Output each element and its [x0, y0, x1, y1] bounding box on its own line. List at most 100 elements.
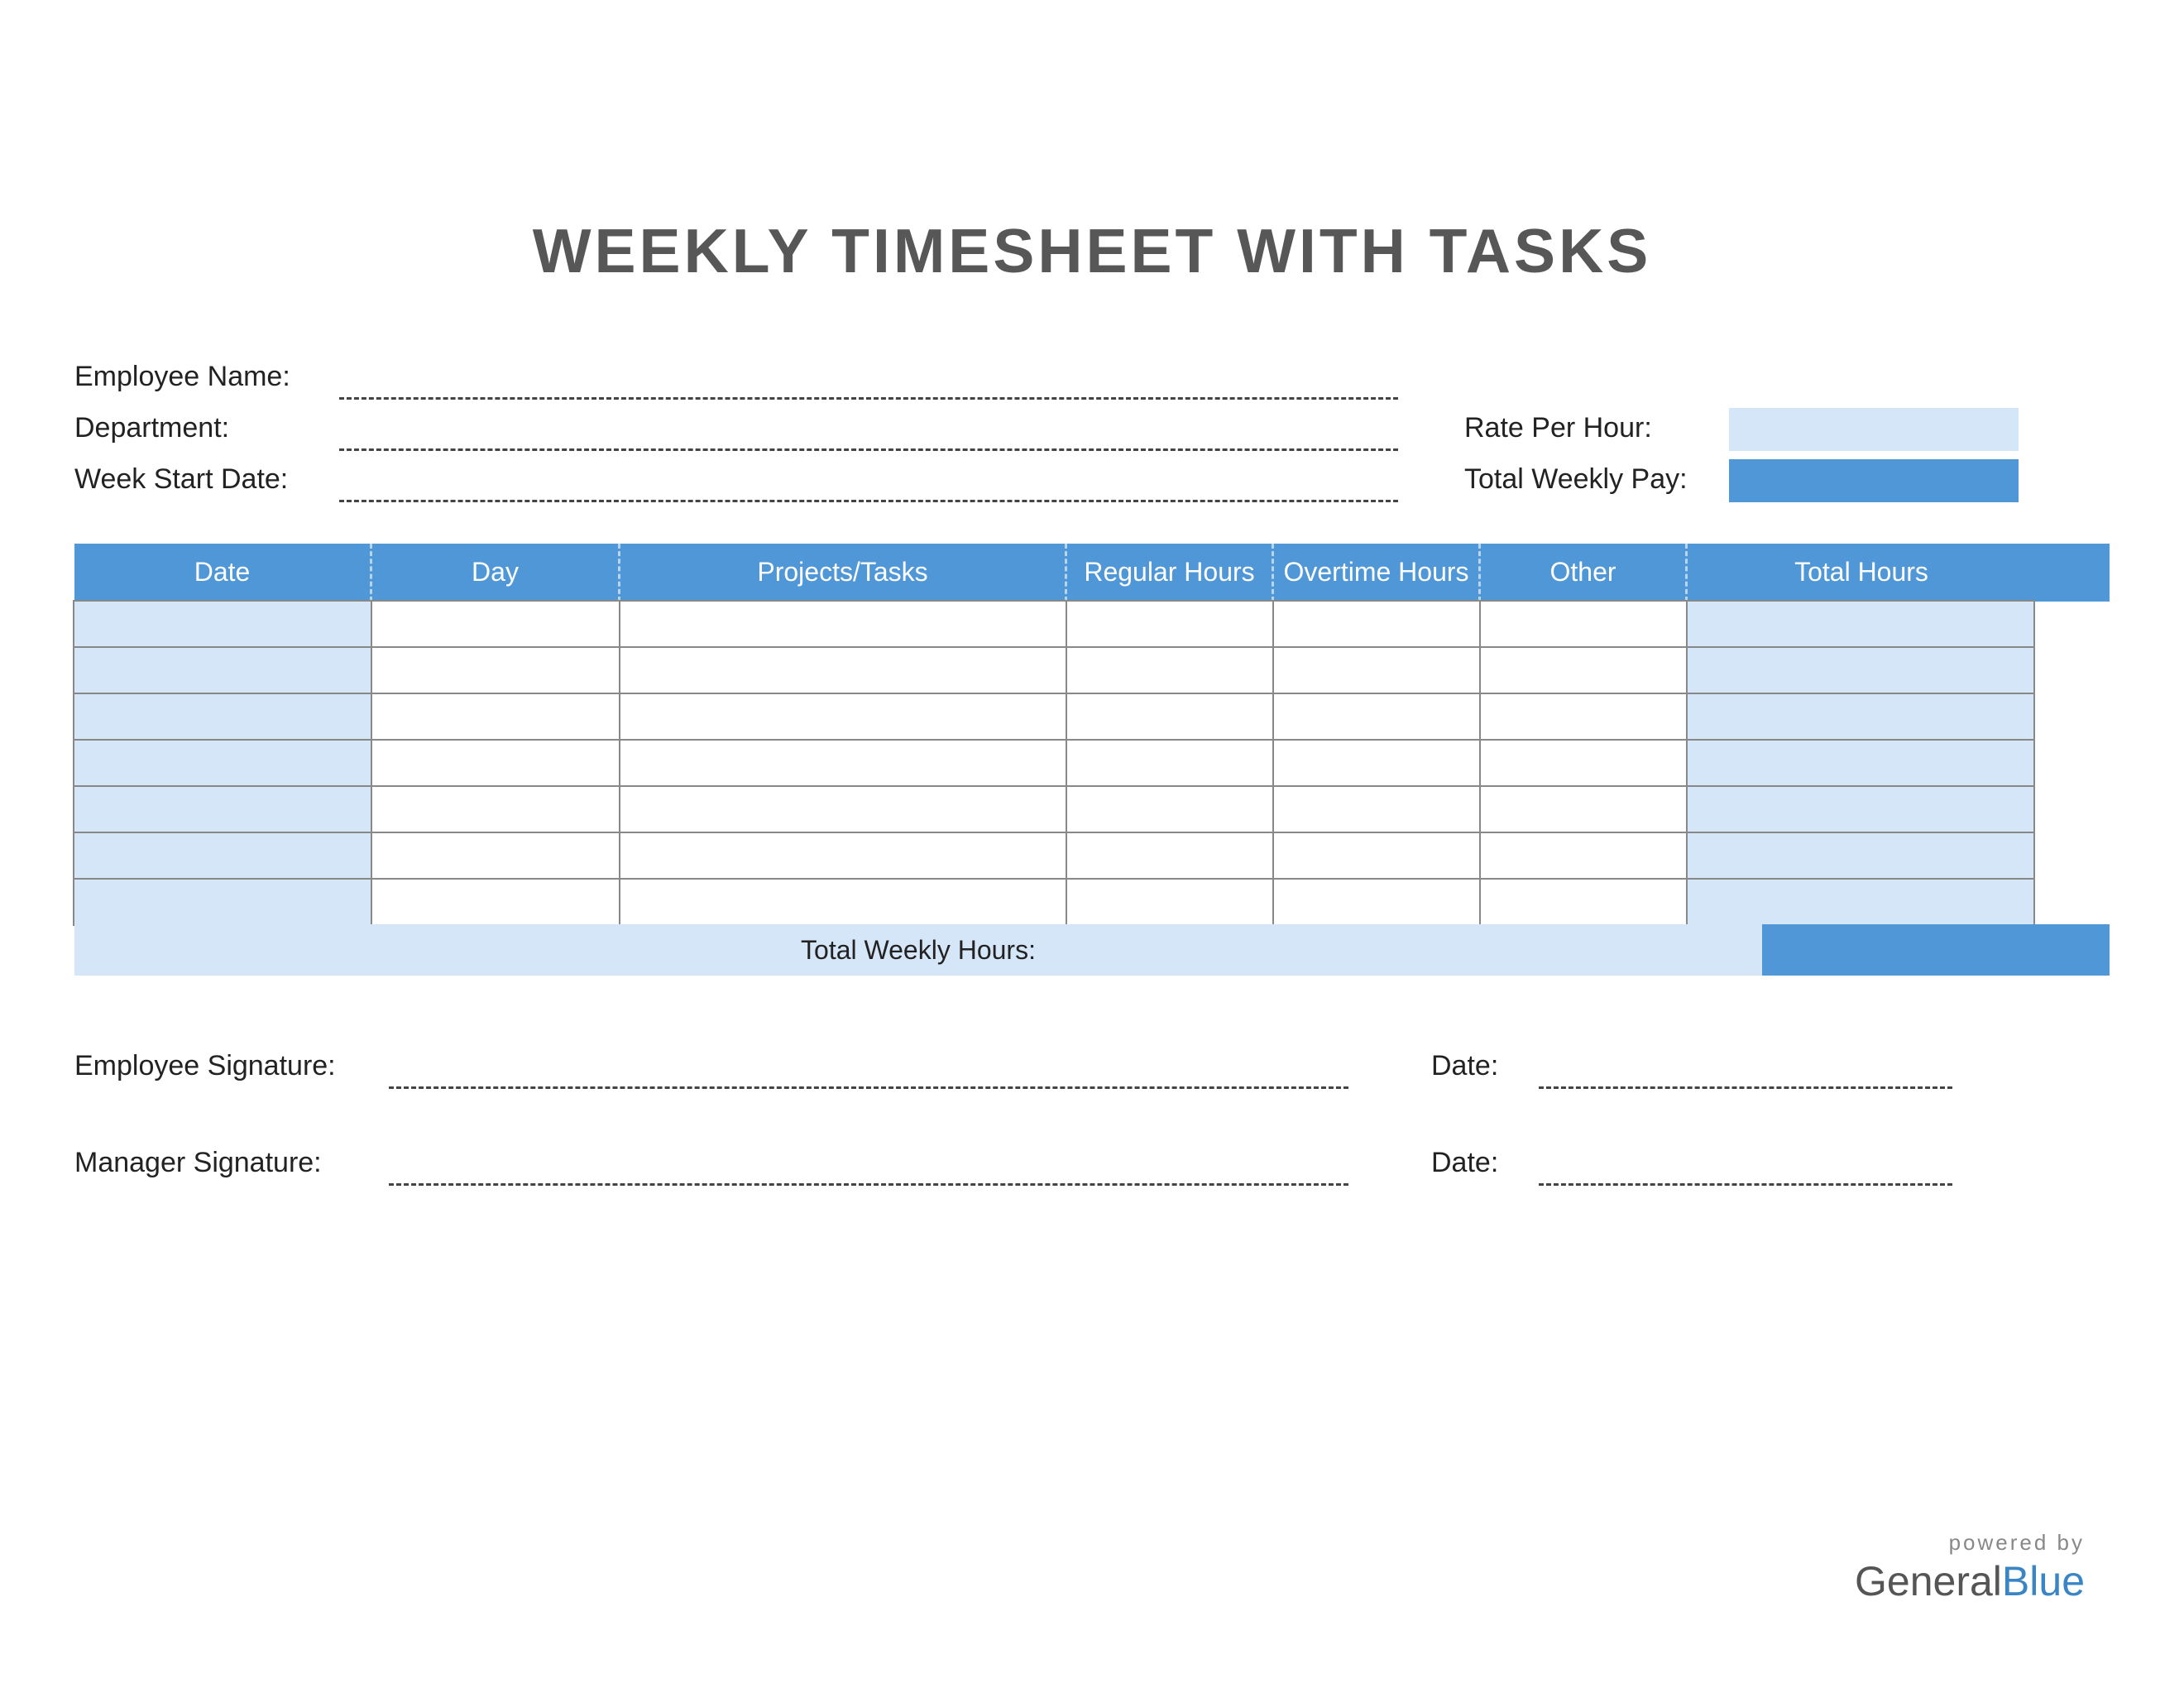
cell-projects[interactable] [619, 832, 1067, 880]
employee-signature-label: Employee Signature: [74, 1050, 389, 1089]
cell-day[interactable] [371, 600, 620, 648]
table-row [74, 833, 2110, 880]
cell-overtime[interactable] [1272, 832, 1481, 880]
manager-date-input[interactable] [1539, 1149, 1952, 1186]
cell-overtime[interactable] [1272, 785, 1481, 833]
cell-regular[interactable] [1066, 646, 1274, 694]
footer: powered by GeneralBlue [1855, 1530, 2085, 1605]
table-row [74, 694, 2110, 741]
total-weekly-hours-label: Total Weekly Hours: [74, 924, 1762, 976]
total-weekly-hours-value [1762, 924, 2110, 976]
col-projects: Projects/Tasks [620, 544, 1067, 602]
cell-projects[interactable] [619, 693, 1067, 741]
cell-other[interactable] [1479, 600, 1688, 648]
brand-general: General [1855, 1558, 2002, 1604]
employee-name-input[interactable] [339, 363, 1398, 400]
week-start-label: Week Start Date: [74, 463, 339, 502]
timesheet-table: Date Day Projects/Tasks Regular Hours Ov… [74, 544, 2110, 976]
cell-total[interactable] [1686, 739, 2035, 787]
cell-regular[interactable] [1066, 878, 1274, 926]
cell-other[interactable] [1479, 646, 1688, 694]
table-row [74, 787, 2110, 833]
cell-total[interactable] [1686, 832, 2035, 880]
col-date: Date [74, 544, 372, 602]
cell-regular[interactable] [1066, 832, 1274, 880]
employee-name-row: Employee Name: [74, 361, 2110, 400]
cell-date[interactable] [73, 600, 372, 648]
cell-day[interactable] [371, 878, 620, 926]
department-label: Department: [74, 412, 339, 451]
timesheet-page: WEEKLY TIMESHEET WITH TASKS Employee Nam… [50, 50, 2134, 1638]
cell-total[interactable] [1686, 646, 2035, 694]
cell-day[interactable] [371, 693, 620, 741]
cell-total[interactable] [1686, 878, 2035, 926]
cell-day[interactable] [371, 739, 620, 787]
cell-date[interactable] [73, 739, 372, 787]
cell-day[interactable] [371, 832, 620, 880]
cell-projects[interactable] [619, 785, 1067, 833]
col-total-hours: Total Hours [1688, 544, 2035, 602]
manager-date-label: Date: [1431, 1147, 1539, 1186]
cell-overtime[interactable] [1272, 693, 1481, 741]
rate-per-hour-label: Rate Per Hour: [1464, 412, 1729, 451]
brand-logo: GeneralBlue [1855, 1557, 2085, 1605]
table-body [74, 602, 2110, 926]
cell-projects[interactable] [619, 878, 1067, 926]
department-row: Department: Rate Per Hour: [74, 408, 2110, 451]
cell-other[interactable] [1479, 878, 1688, 926]
week-start-row: Week Start Date: Total Weekly Pay: [74, 459, 2110, 502]
employee-date-label: Date: [1431, 1050, 1539, 1089]
col-overtime-hours: Overtime Hours [1274, 544, 1481, 602]
cell-date[interactable] [73, 878, 372, 926]
manager-signature-input[interactable] [389, 1149, 1348, 1186]
cell-other[interactable] [1479, 785, 1688, 833]
cell-total[interactable] [1686, 600, 2035, 648]
cell-other[interactable] [1479, 832, 1688, 880]
manager-signature-row: Manager Signature: Date: [74, 1147, 2110, 1186]
total-weekly-pay-value [1729, 459, 2019, 502]
brand-blue: Blue [2002, 1558, 2085, 1604]
cell-overtime[interactable] [1272, 646, 1481, 694]
powered-by-text: powered by [1855, 1530, 2085, 1556]
cell-date[interactable] [73, 785, 372, 833]
cell-regular[interactable] [1066, 600, 1274, 648]
department-input[interactable] [339, 415, 1398, 451]
rate-per-hour-input[interactable] [1729, 408, 2019, 451]
cell-other[interactable] [1479, 693, 1688, 741]
cell-regular[interactable] [1066, 693, 1274, 741]
col-other: Other [1481, 544, 1688, 602]
employee-date-input[interactable] [1539, 1053, 1952, 1089]
cell-total[interactable] [1686, 693, 2035, 741]
cell-regular[interactable] [1066, 739, 1274, 787]
table-row [74, 648, 2110, 694]
cell-date[interactable] [73, 832, 372, 880]
table-row [74, 741, 2110, 787]
cell-other[interactable] [1479, 739, 1688, 787]
page-title: WEEKLY TIMESHEET WITH TASKS [74, 215, 2110, 286]
col-regular-hours: Regular Hours [1067, 544, 1274, 602]
cell-date[interactable] [73, 646, 372, 694]
cell-projects[interactable] [619, 646, 1067, 694]
table-row [74, 602, 2110, 648]
cell-projects[interactable] [619, 600, 1067, 648]
table-header: Date Day Projects/Tasks Regular Hours Ov… [74, 544, 2110, 602]
cell-overtime[interactable] [1272, 600, 1481, 648]
table-row [74, 880, 2110, 926]
table-total-row: Total Weekly Hours: [74, 924, 2110, 976]
total-weekly-pay-label: Total Weekly Pay: [1464, 463, 1729, 502]
cell-projects[interactable] [619, 739, 1067, 787]
cell-day[interactable] [371, 785, 620, 833]
manager-signature-label: Manager Signature: [74, 1147, 389, 1186]
week-start-input[interactable] [339, 466, 1398, 502]
signature-section: Employee Signature: Date: Manager Signat… [74, 1050, 2110, 1186]
col-day: Day [372, 544, 620, 602]
cell-overtime[interactable] [1272, 739, 1481, 787]
cell-regular[interactable] [1066, 785, 1274, 833]
employee-signature-input[interactable] [389, 1053, 1348, 1089]
employee-name-label: Employee Name: [74, 361, 339, 400]
cell-total[interactable] [1686, 785, 2035, 833]
cell-day[interactable] [371, 646, 620, 694]
cell-overtime[interactable] [1272, 878, 1481, 926]
cell-date[interactable] [73, 693, 372, 741]
employee-signature-row: Employee Signature: Date: [74, 1050, 2110, 1089]
